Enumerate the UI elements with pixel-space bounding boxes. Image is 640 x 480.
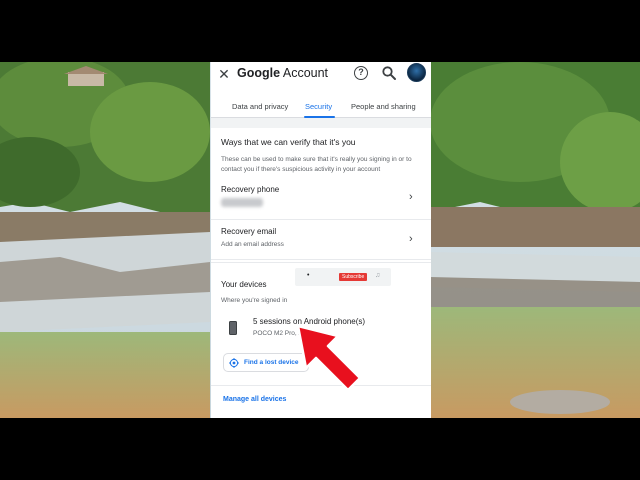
video-subscribe-overlay: • Subscribe ♫ bbox=[295, 268, 391, 286]
bell-icon: ♫ bbox=[375, 272, 381, 279]
recovery-email-row[interactable]: Recovery email Add an email address › bbox=[211, 222, 431, 262]
signed-in-label: Where you're signed in bbox=[221, 297, 288, 304]
tab-data-and-privacy[interactable]: Data and privacy bbox=[232, 102, 288, 111]
letterbox-bottom bbox=[0, 418, 640, 480]
brand-google: Google bbox=[237, 66, 281, 80]
chevron-right-icon: › bbox=[409, 233, 413, 245]
android-phone-icon bbox=[229, 321, 237, 335]
manage-all-devices-link[interactable]: Manage all devices bbox=[223, 396, 286, 403]
page-title: Google Account bbox=[237, 66, 328, 80]
tab-security[interactable]: Security bbox=[305, 102, 332, 111]
subscribe-button[interactable]: Subscribe bbox=[339, 273, 368, 281]
search-icon[interactable] bbox=[381, 65, 397, 81]
overlay-channel-dot: • bbox=[307, 272, 310, 279]
app-header: ✕ Google Account ? bbox=[211, 62, 431, 86]
devices-title: Your devices bbox=[221, 280, 267, 289]
recovery-phone-row[interactable]: Recovery phone › bbox=[211, 180, 431, 220]
recovery-email-label: Recovery email bbox=[221, 227, 277, 236]
chevron-right-icon: › bbox=[409, 191, 413, 203]
location-target-icon bbox=[229, 358, 239, 368]
recovery-phone-value-blurred bbox=[221, 198, 263, 207]
close-icon[interactable]: ✕ bbox=[215, 65, 233, 83]
tab-bar: Data and privacy Security People and sha… bbox=[211, 96, 431, 118]
red-arrow-pointer-icon bbox=[296, 324, 362, 392]
letterbox-top bbox=[0, 0, 640, 62]
brand-account: Account bbox=[282, 66, 329, 80]
tab-people-and-sharing[interactable]: People and sharing bbox=[351, 102, 416, 111]
help-icon[interactable]: ? bbox=[354, 66, 368, 80]
verify-card-title: Ways that we can verify that it's you bbox=[221, 137, 356, 147]
recovery-phone-label: Recovery phone bbox=[221, 185, 280, 194]
section-separator bbox=[211, 118, 431, 128]
recovery-email-sub: Add an email address bbox=[221, 241, 284, 248]
avatar[interactable] bbox=[407, 63, 426, 82]
verify-card-description: These can be used to make sure that it's… bbox=[221, 156, 412, 173]
verify-identity-card: Ways that we can verify that it's you Th… bbox=[211, 128, 431, 260]
